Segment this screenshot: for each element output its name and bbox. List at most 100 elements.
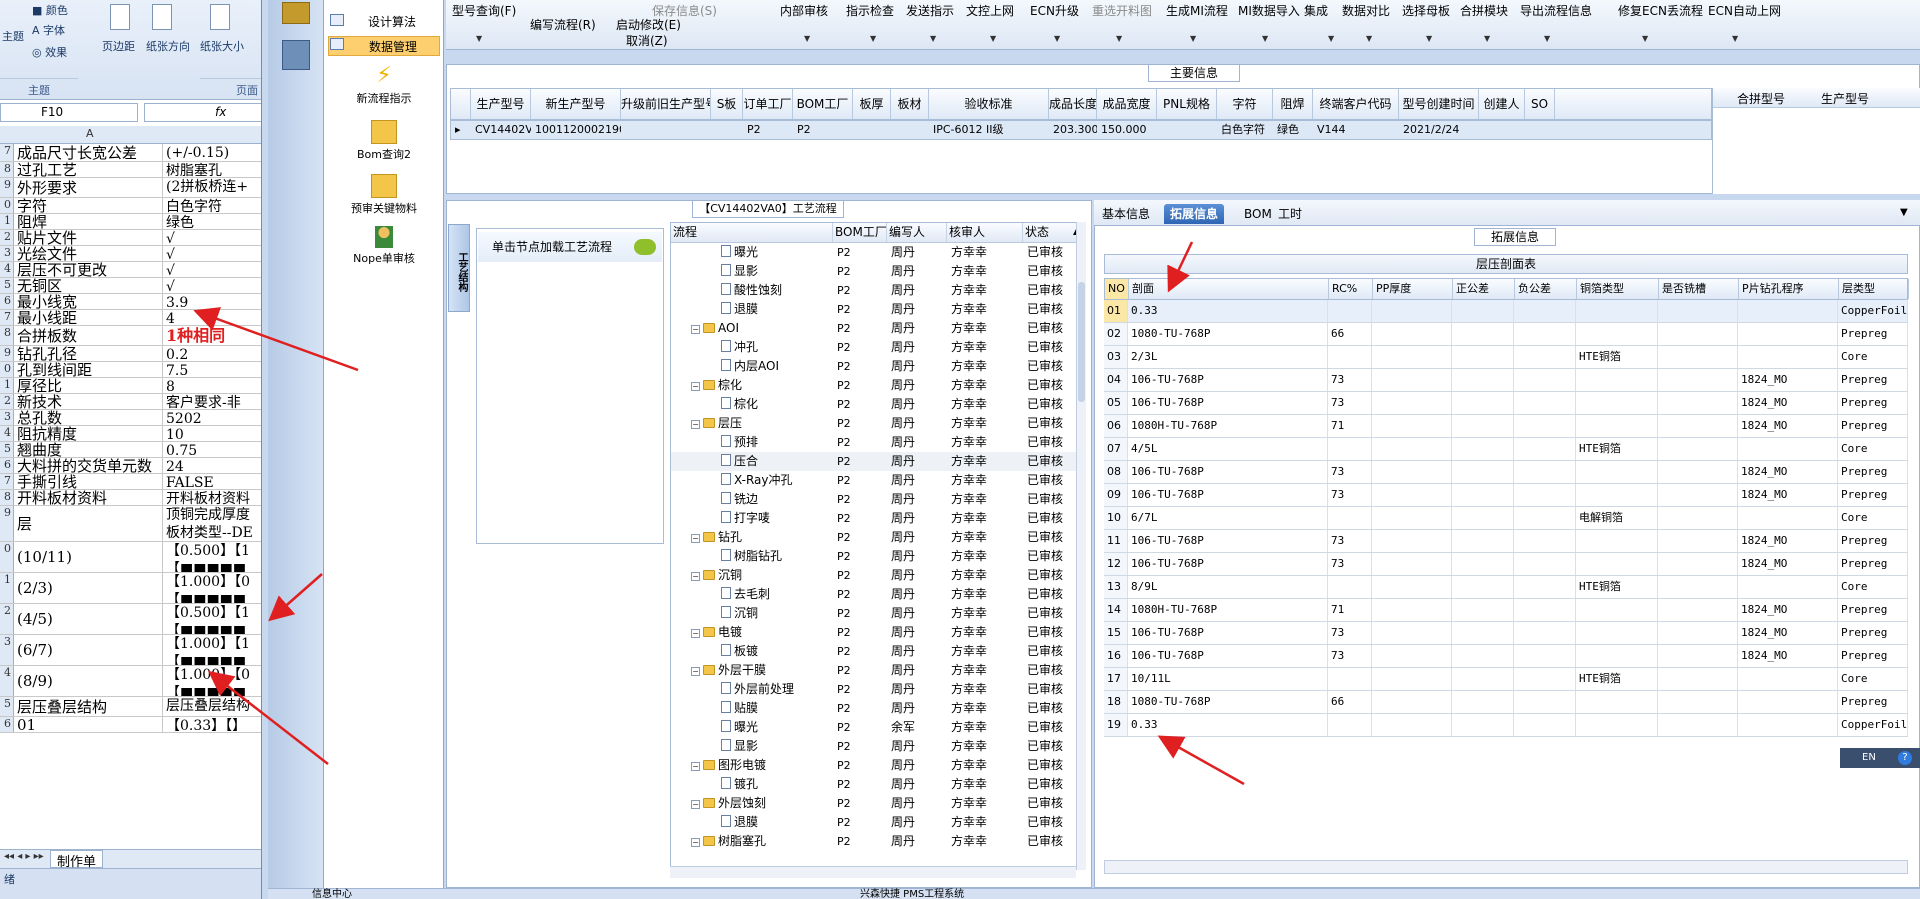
cell-a[interactable]: 贴片文件: [16, 230, 163, 245]
layer-cell[interactable]: 106-TU-768P: [1128, 622, 1328, 644]
cell-a[interactable]: 阻焊: [16, 214, 163, 229]
grid-column-header[interactable]: 成品长度: [1049, 89, 1097, 119]
layer-cell[interactable]: [1372, 599, 1452, 621]
layer-cell[interactable]: [1328, 507, 1372, 529]
layer-cell[interactable]: 1824_MO: [1738, 369, 1838, 391]
cell-a[interactable]: (8/9): [16, 666, 163, 696]
layer-cell[interactable]: [1372, 300, 1452, 322]
layer-cell[interactable]: 09: [1104, 484, 1128, 506]
layer-cell[interactable]: 8/9L: [1128, 576, 1328, 598]
layer-cell[interactable]: [1328, 668, 1372, 690]
row-number[interactable]: 8: [0, 326, 14, 345]
layer-cell[interactable]: [1372, 323, 1452, 345]
toolbar-button[interactable]: 导出流程信息: [1520, 2, 1592, 19]
toolbar-button[interactable]: MI数据导入: [1238, 2, 1300, 19]
excel-row[interactable]: 2 贴片文件 √: [0, 230, 261, 246]
cell-b[interactable]: 5202: [164, 410, 261, 425]
layer-cell[interactable]: 73: [1328, 369, 1372, 391]
layer-cell[interactable]: [1514, 300, 1576, 322]
layer-row[interactable]: 15 106-TU-768P 73 1824_MO Prepreg: [1104, 622, 1908, 645]
cell-a[interactable]: 孔到线间距: [16, 362, 163, 377]
layer-row[interactable]: 10 6/7L 电解铜箔 Core: [1104, 507, 1908, 530]
dropdown-arrow-icon[interactable]: ▼: [1262, 34, 1268, 43]
layer-cell[interactable]: [1738, 346, 1838, 368]
grid-cell[interactable]: [857, 121, 891, 139]
tree-node[interactable]: − 层压 P2 周丹 方幸幸 已审核: [671, 414, 1079, 433]
row-number[interactable]: 0: [0, 198, 14, 213]
collapse-icon[interactable]: −: [691, 382, 700, 391]
excel-row[interactable]: 4 阻抗精度 10: [0, 426, 261, 442]
grid-cell[interactable]: 203.300: [1053, 121, 1097, 139]
toolbar-button[interactable]: 重选开料图: [1092, 2, 1152, 19]
layer-row[interactable]: 17 10/11L HTE铜箔 Core: [1104, 668, 1908, 691]
layer-cell[interactable]: Core: [1838, 438, 1908, 460]
dropdown-arrow-icon[interactable]: ▼: [990, 34, 996, 43]
cell-a[interactable]: 层: [16, 506, 163, 541]
layer-cell[interactable]: 1824_MO: [1738, 415, 1838, 437]
tree-column-header[interactable]: 状态: [1023, 223, 1079, 242]
grid-column-header[interactable]: 生产型号: [471, 89, 531, 119]
tool-review-material[interactable]: 预审关键物料: [324, 174, 444, 216]
layer-cell[interactable]: 106-TU-768P: [1128, 553, 1328, 575]
tree-node[interactable]: − AOI P2 周丹 方幸幸 已审核: [671, 319, 1079, 338]
layer-cell[interactable]: [1514, 323, 1576, 345]
tree-node[interactable]: − 沉铜 P2 周丹 方幸幸 已审核: [671, 566, 1079, 585]
status-info-center[interactable]: 信息中心: [312, 889, 352, 899]
layer-cell[interactable]: 03: [1104, 346, 1128, 368]
grid-column-header[interactable]: 订单工厂: [743, 89, 793, 119]
row-number[interactable]: 3: [0, 246, 14, 261]
layer-cell[interactable]: [1328, 714, 1372, 736]
layer-cell[interactable]: Prepreg: [1838, 415, 1908, 437]
cell-a[interactable]: 大料拼的交货单元数: [16, 458, 163, 473]
grid-cell[interactable]: [1161, 121, 1217, 139]
layer-cell[interactable]: [1372, 392, 1452, 414]
cell-b[interactable]: 【1.000】【0 【■■■■■: [164, 573, 261, 603]
tree-node[interactable]: 预排 P2 周丹 方幸幸 已审核: [671, 433, 1079, 452]
dropdown-arrow-icon[interactable]: ▼: [1484, 34, 1490, 43]
toolbar-button[interactable]: 发送指示: [906, 2, 954, 19]
tree-node[interactable]: − 棕化 P2 周丹 方幸幸 已审核: [671, 376, 1079, 395]
layer-cell[interactable]: [1372, 461, 1452, 483]
row-number[interactable]: 6: [0, 458, 14, 473]
layer-cell[interactable]: HTE铜箔: [1576, 346, 1658, 368]
ext-tab[interactable]: 拓展信息: [1164, 204, 1225, 224]
cell-a[interactable]: 新技术: [16, 394, 163, 409]
cell-a[interactable]: 总孔数: [16, 410, 163, 425]
tree-node[interactable]: − 树脂塞孔 P2 周丹 方幸幸 已审核: [671, 832, 1079, 851]
layer-cell[interactable]: [1372, 645, 1452, 667]
toolbar-button[interactable]: 合拼模块: [1460, 2, 1508, 19]
toolbar-button[interactable]: 文控上网: [966, 2, 1014, 19]
dropdown-arrow-icon[interactable]: ▼: [804, 34, 810, 43]
layer-cell[interactable]: 4/5L: [1128, 438, 1328, 460]
tree-node[interactable]: 显影 P2 周丹 方幸幸 已审核: [671, 262, 1079, 281]
excel-row[interactable]: 6 最小线宽 3.9: [0, 294, 261, 310]
tree-node[interactable]: 酸性蚀刻 P2 周丹 方幸幸 已审核: [671, 281, 1079, 300]
collapse-icon[interactable]: −: [691, 762, 700, 771]
excel-font-button[interactable]: A 字体: [32, 22, 65, 38]
row-number[interactable]: 7: [0, 310, 14, 325]
row-number[interactable]: 1: [0, 378, 14, 393]
layer-cell[interactable]: [1514, 691, 1576, 713]
layer-column-header[interactable]: PP厚度: [1373, 279, 1453, 299]
layer-cell[interactable]: [1658, 323, 1738, 345]
tree-node[interactable]: 镀孔 P2 周丹 方幸幸 已审核: [671, 775, 1079, 794]
layer-cell[interactable]: 12: [1104, 553, 1128, 575]
dropdown-arrow-icon[interactable]: ▼: [1054, 34, 1060, 43]
layer-cell[interactable]: 14: [1104, 599, 1128, 621]
excel-row[interactable]: 4 (8/9) 【1.000】【0 【■■■■■: [0, 666, 261, 697]
collapse-icon[interactable]: −: [691, 325, 700, 334]
layer-cell[interactable]: 106-TU-768P: [1128, 484, 1328, 506]
grid-cell[interactable]: P2: [797, 121, 853, 139]
cell-b[interactable]: 开料板材资料: [164, 490, 261, 505]
cell-b[interactable]: 层压叠层结构: [164, 697, 261, 716]
layer-cell[interactable]: 19: [1104, 714, 1128, 736]
cell-b[interactable]: 【0.500】【1 【■■■■■: [164, 542, 261, 572]
layer-cell[interactable]: [1452, 599, 1514, 621]
tree-node[interactable]: − 图形电镀 P2 周丹 方幸幸 已审核: [671, 756, 1079, 775]
grid-cell[interactable]: 白色字符: [1221, 121, 1273, 139]
excel-row[interactable]: 3 总孔数 5202: [0, 410, 261, 426]
cell-b[interactable]: 1种相同: [164, 326, 261, 345]
excel-row[interactable]: 1 厚径比 8: [0, 378, 261, 394]
layer-cell[interactable]: 1824_MO: [1738, 599, 1838, 621]
collapse-icon[interactable]: −: [691, 534, 700, 543]
